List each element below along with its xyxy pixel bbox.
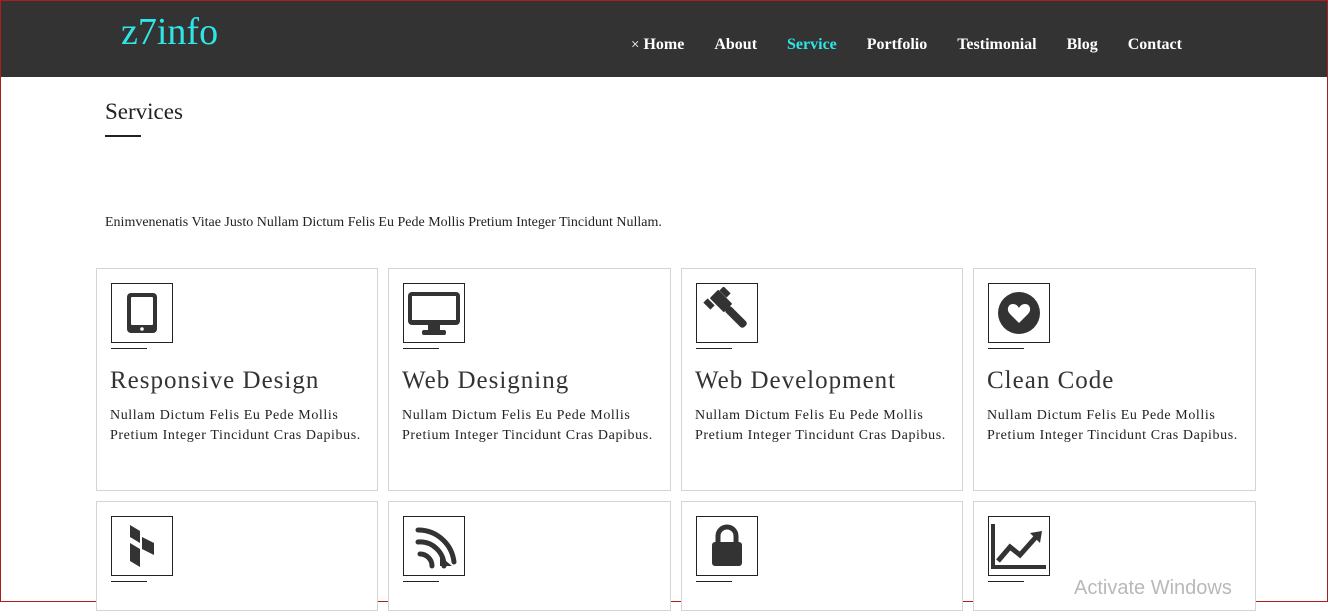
icon-divider: [403, 348, 439, 349]
nav-home[interactable]: × Home: [631, 36, 684, 54]
brand-logo[interactable]: z7info: [121, 13, 218, 51]
service-card-responsive-design[interactable]: Responsive Design Nullam Dictum Felis Eu…: [96, 268, 378, 491]
card-description: Nullam Dictum Felis Eu Pede Mollis Preti…: [402, 408, 653, 443]
service-card-web-designing[interactable]: Web Designing Nullam Dictum Felis Eu Ped…: [388, 268, 671, 491]
icon-divider: [403, 581, 439, 582]
icon-divider: [696, 581, 732, 582]
card-title: Responsive Design: [110, 367, 320, 394]
icon-divider: [696, 348, 732, 349]
main-nav: × Home About Service Portfolio Testimoni…: [631, 36, 1182, 54]
icon-divider: [988, 581, 1024, 582]
page-title: Services: [105, 99, 183, 124]
gavel-icon: [696, 283, 758, 343]
activate-windows-watermark: Activate Windows: [1074, 577, 1232, 599]
signal-feed-icon: [403, 516, 465, 576]
close-icon: ×: [631, 36, 640, 53]
nav-home-label: Home: [643, 36, 685, 53]
icon-divider: [988, 348, 1024, 349]
lock-icon: [696, 516, 758, 576]
card-title: Web Development: [695, 367, 897, 394]
houzz-icon: [111, 516, 173, 576]
nav-portfolio[interactable]: Portfolio: [867, 36, 927, 54]
services-intro: Enimvenenatis Vitae Justo Nullam Dictum …: [105, 215, 662, 230]
nav-service[interactable]: Service: [787, 36, 837, 54]
card-description: Nullam Dictum Felis Eu Pede Mollis Preti…: [987, 408, 1238, 443]
tablet-icon: [111, 283, 173, 343]
title-underline: [105, 135, 141, 137]
nav-blog[interactable]: Blog: [1067, 36, 1098, 54]
card-title: Web Designing: [402, 367, 570, 394]
icon-divider: [111, 348, 147, 349]
service-card-5[interactable]: [96, 501, 378, 611]
icon-divider: [111, 581, 147, 582]
service-card-6[interactable]: [388, 501, 671, 611]
heart-icon: [988, 283, 1050, 343]
card-description: Nullam Dictum Felis Eu Pede Mollis Preti…: [110, 408, 361, 443]
nav-contact[interactable]: Contact: [1128, 36, 1182, 54]
service-card-clean-code[interactable]: Clean Code Nullam Dictum Felis Eu Pede M…: [973, 268, 1256, 491]
nav-testimonial[interactable]: Testimonial: [957, 36, 1036, 54]
card-description: Nullam Dictum Felis Eu Pede Mollis Preti…: [695, 408, 946, 443]
desktop-icon: [403, 283, 465, 343]
nav-about[interactable]: About: [714, 36, 757, 54]
service-card-web-development[interactable]: Web Development Nullam Dictum Felis Eu P…: [681, 268, 963, 491]
card-title: Clean Code: [987, 367, 1115, 394]
service-card-7[interactable]: [681, 501, 963, 611]
top-navbar: z7info × Home About Service Portfolio Te…: [1, 1, 1327, 77]
line-chart-icon: [988, 516, 1050, 576]
